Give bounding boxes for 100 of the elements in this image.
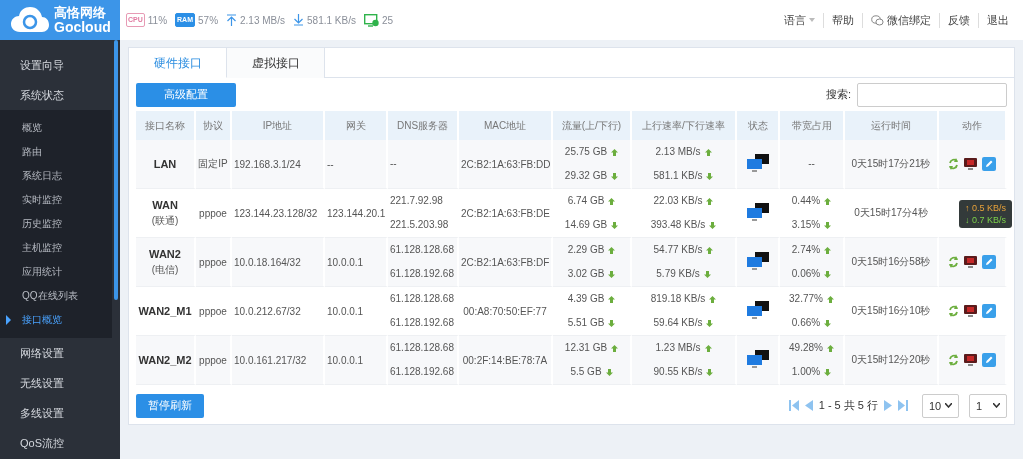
edit-icon[interactable] (982, 157, 996, 172)
sidebar-item[interactable]: 系统状态 (0, 80, 120, 110)
submenu-item[interactable]: 应用统计 (0, 260, 112, 284)
table-cell: 0天15时16分58秒 (845, 238, 939, 288)
tab[interactable]: 虚拟接口 (227, 48, 325, 78)
table-cell-text: 5.5 GB (570, 365, 602, 380)
down-arrow-icon (706, 368, 714, 376)
next-page-icon[interactable] (884, 400, 892, 412)
isp-label: (电信) (150, 263, 180, 278)
edit-icon[interactable] (982, 304, 996, 319)
submenu-item[interactable]: 主机监控 (0, 236, 112, 260)
top-link[interactable]: 帮助 (823, 12, 862, 28)
computers-icon (745, 251, 770, 272)
column-header: 网关 (325, 111, 388, 141)
language-menu[interactable]: 语言 (776, 12, 823, 28)
up-arrow-icon (611, 344, 619, 352)
monitor-icon[interactable] (964, 158, 977, 171)
table-cell: 固定IP (196, 140, 232, 190)
table-cell-text: 2.29 GB (567, 243, 605, 258)
submenu-item[interactable]: 路由 (0, 140, 112, 164)
table-cell-text: 29.32 GB (564, 169, 608, 184)
sidebar-item[interactable]: 无线设置 (0, 368, 120, 398)
upload-icon (226, 14, 238, 26)
table-cell-text: 581.1 KB/s (653, 169, 703, 184)
refresh-icon[interactable] (948, 158, 959, 171)
table-cell-text: 61.128.128.68 (390, 243, 455, 258)
download-icon (293, 14, 305, 26)
edit-icon[interactable] (982, 255, 996, 270)
page-range: 1 - 5 共 5 行 (818, 398, 878, 414)
table-cell: 0天15时12分20秒 (845, 336, 939, 386)
submenu-item[interactable]: 系统日志 (0, 164, 112, 188)
table-cell-text: -- (390, 157, 398, 172)
table-cell-text: 5.79 KB/s (656, 267, 700, 282)
top-link[interactable]: 退出 (978, 12, 1017, 28)
submenu-item[interactable]: QQ在线列表 (0, 284, 112, 308)
submenu-item[interactable]: 接口概览 (0, 308, 112, 332)
table-cell-text: 0.06% (791, 267, 821, 282)
edit-icon[interactable] (982, 353, 996, 368)
table-cell-text: 0.66% (791, 316, 821, 331)
table-cell-text: 3.15% (791, 218, 821, 233)
table-cell: 10.0.161.217/32 (232, 336, 325, 386)
submenu-item[interactable]: 历史监控 (0, 212, 112, 236)
sidebar-item[interactable]: 多线设置 (0, 398, 120, 428)
top-link[interactable]: 微信绑定 (862, 12, 939, 28)
first-page-icon[interactable] (788, 400, 799, 412)
column-header: 上行速率/下行速率 (632, 111, 737, 141)
up-arrow-icon (826, 295, 834, 303)
chevron-down-icon (945, 403, 952, 409)
stat-value: 57% (198, 14, 219, 26)
table-cell: pppoe (196, 238, 232, 288)
down-arrow-icon (706, 319, 714, 327)
submenu-item[interactable]: 概览 (0, 116, 112, 140)
down-arrow-icon (824, 270, 832, 278)
interface-name: LAN (152, 157, 178, 173)
table-cell: 00:2F:14:BE:78:7A (459, 336, 553, 386)
last-page-icon[interactable] (898, 400, 908, 412)
column-header: 动作 (939, 111, 1007, 141)
sidebar-item[interactable]: QoS流控 (0, 428, 120, 458)
computers-icon (745, 153, 770, 174)
table-cell-text: 393.48 KB/s (650, 218, 706, 233)
down-arrow-icon (703, 270, 711, 278)
brand-name: 高恪网络 (54, 6, 107, 20)
interface-name: WAN (151, 198, 179, 214)
table-cell: 10.0.0.1 (325, 336, 388, 386)
table-cell-text: 90.55 KB/s (653, 365, 703, 380)
monitor-icon[interactable] (964, 256, 977, 269)
monitor-icon[interactable] (964, 305, 977, 318)
up-arrow-icon (704, 344, 712, 352)
search-label: 搜索: (825, 87, 851, 103)
up-arrow-icon (611, 148, 619, 156)
down-arrow-icon (605, 368, 613, 376)
column-header: 接口名称 (136, 111, 196, 141)
monitor-check-icon (364, 13, 379, 27)
sidebar-item[interactable]: 设置向导 (0, 50, 120, 80)
down-arrow-icon (608, 270, 616, 278)
column-header: MAC地址 (459, 111, 553, 141)
interface-name: WAN2 (148, 247, 182, 263)
previous-page-icon[interactable] (804, 400, 813, 412)
refresh-icon[interactable] (948, 354, 959, 367)
page-select[interactable]: 1 (969, 393, 1007, 418)
refresh-icon[interactable] (948, 305, 959, 318)
down-arrow-icon (611, 221, 619, 229)
top-link[interactable]: 反馈 (939, 12, 978, 28)
tab[interactable]: 硬件接口 (129, 48, 227, 78)
cloud-logo-icon (10, 6, 50, 34)
monitor-icon[interactable] (964, 354, 977, 367)
brand-subtitle: Gocloud (54, 20, 111, 34)
isp-label: (联通) (150, 214, 180, 229)
table-cell-text: 54.77 KB/s (653, 243, 703, 258)
table-cell-text: 5.51 GB (567, 316, 605, 331)
search-field[interactable] (857, 82, 1007, 107)
down-arrow-icon (709, 221, 717, 229)
page-size-select[interactable]: 10 (922, 393, 959, 418)
submenu-item[interactable]: 实时监控 (0, 188, 112, 212)
sidebar-item[interactable]: 网络设置 (0, 338, 120, 368)
table-cell-text: 6.74 GB (567, 194, 605, 209)
down-arrow-icon (706, 172, 714, 180)
refresh-icon[interactable] (948, 256, 959, 269)
stat-value: 25 (382, 14, 394, 26)
computers-icon (745, 300, 770, 321)
